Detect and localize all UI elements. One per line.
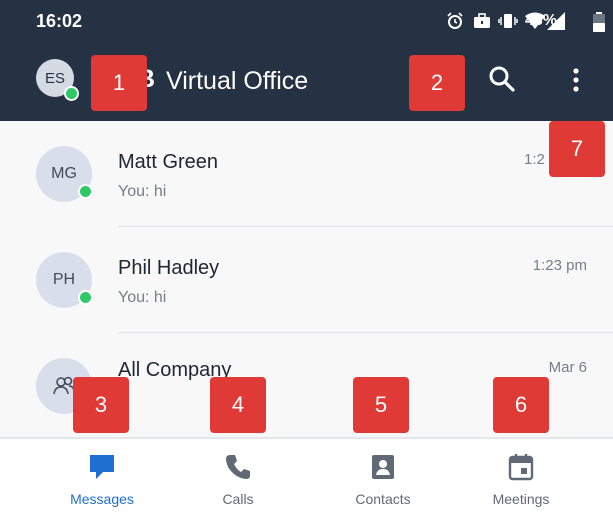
bottom-navigation: Messages Calls Contacts Meetings — [0, 437, 613, 520]
tab-contacts[interactable]: Contacts — [318, 439, 448, 520]
my-presence-indicator — [64, 86, 79, 101]
battery-icon — [593, 12, 605, 32]
contact-avatar: MG — [36, 146, 93, 202]
marker-2: 2 — [409, 55, 465, 111]
tab-label: Contacts — [355, 491, 411, 507]
presence-indicator — [78, 184, 93, 199]
marker-7: 7 — [549, 121, 605, 177]
search-button[interactable] — [484, 61, 520, 97]
message-time: Mar 6 — [548, 359, 587, 376]
marker-1: 1 — [91, 55, 147, 111]
status-time: 16:02 — [36, 11, 83, 31]
marker-6: 6 — [493, 377, 549, 433]
marker-3: 3 — [73, 377, 129, 433]
contact-card-icon — [372, 455, 394, 479]
my-avatar-initials: ES — [44, 69, 65, 87]
message-preview: You: hi — [118, 183, 167, 200]
phone-icon — [226, 455, 250, 479]
message-time: 1:23 pm — [532, 257, 587, 274]
tab-label: Meetings — [492, 491, 550, 507]
conversation-row[interactable]: PH Phil Hadley You: hi 1:23 pm — [0, 227, 613, 333]
message-icon — [90, 455, 114, 479]
contact-name: Matt Green — [118, 151, 219, 173]
tab-calls[interactable]: Calls — [173, 439, 303, 520]
message-time: 1:2 — [524, 151, 545, 168]
tab-label: Messages — [70, 491, 134, 507]
message-preview: You: hi — [118, 289, 167, 306]
conversation-row[interactable]: MG Matt Green You: hi 1:2 — [0, 121, 613, 227]
marker-5: 5 — [353, 377, 409, 433]
calendar-icon — [508, 454, 534, 481]
tab-messages[interactable]: Messages — [37, 439, 167, 520]
vibrate-icon — [498, 14, 518, 28]
alarm-icon — [447, 12, 463, 29]
contact-name: Phil Hadley — [118, 257, 220, 279]
contact-avatar: PH — [36, 252, 93, 308]
battery-percent: 43% — [525, 12, 558, 29]
tab-meetings[interactable]: Meetings — [456, 439, 586, 520]
status-bar: 16:02 43% — [0, 0, 613, 42]
marker-4: 4 — [210, 377, 266, 433]
presence-indicator — [78, 290, 93, 305]
contact-initials: PH — [52, 271, 76, 288]
contact-initials: MG — [51, 165, 77, 182]
tab-label: Calls — [222, 491, 254, 507]
my-avatar[interactable]: ES — [36, 59, 79, 101]
more-vertical-icon — [573, 68, 579, 92]
briefcase-icon — [474, 13, 490, 28]
more-options-button[interactable] — [560, 62, 592, 98]
app-title: Virtual Office — [166, 67, 309, 95]
search-icon — [489, 66, 515, 92]
